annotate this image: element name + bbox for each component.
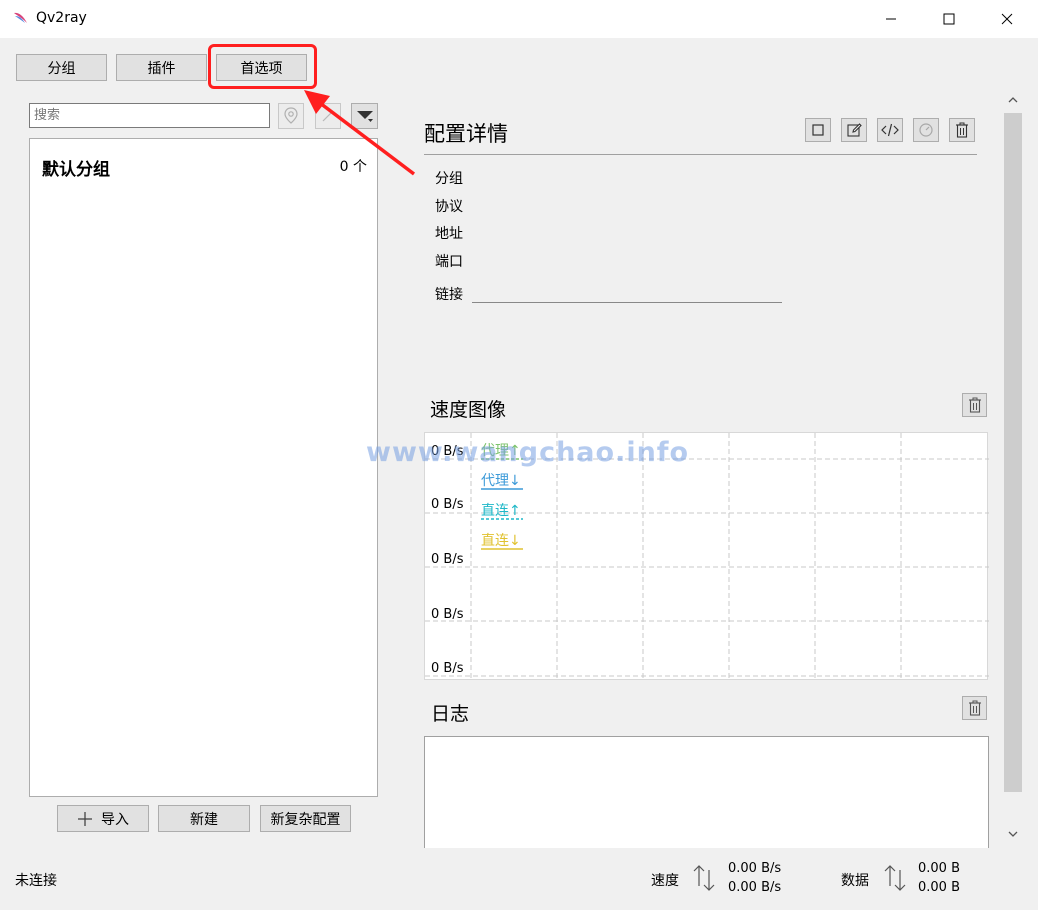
- import-label: 导入: [101, 811, 129, 828]
- maximize-button[interactable]: [920, 0, 978, 38]
- group-name: 默认分组: [42, 160, 110, 180]
- minimize-button[interactable]: [862, 0, 920, 38]
- y-tick-label: 0 B/s: [431, 552, 464, 567]
- search-input[interactable]: [29, 103, 270, 128]
- trash-icon: [968, 700, 981, 716]
- speed-label: 速度: [651, 873, 679, 889]
- scroll-down-button[interactable]: [1002, 821, 1024, 847]
- data-downloaded: 0.00 B: [918, 880, 960, 895]
- edit-json-button[interactable]: [877, 118, 903, 142]
- edit-icon: [847, 123, 862, 137]
- divider: [424, 154, 977, 155]
- stop-square-icon: [812, 124, 824, 136]
- up-down-arrows-icon: [883, 864, 907, 892]
- address-label: 地址: [435, 226, 463, 242]
- y-tick-label: 0 B/s: [431, 661, 464, 676]
- scroll-up-button[interactable]: [1002, 87, 1024, 113]
- code-icon: [881, 123, 899, 137]
- up-down-arrows-icon: [692, 864, 716, 892]
- y-tick-label: 0 B/s: [431, 607, 464, 622]
- speed-chart: 0 B/s 0 B/s 0 B/s 0 B/s 0 B/s 代理↑ 代理↓ 直连↑ 直连↓: [424, 432, 989, 681]
- minimize-icon: [886, 18, 896, 20]
- log-title: 日志: [431, 703, 470, 725]
- stop-button[interactable]: [805, 118, 831, 142]
- clear-chart-button[interactable]: [962, 393, 987, 417]
- link-field[interactable]: [472, 302, 782, 303]
- trash-icon: [956, 122, 968, 138]
- new-complex-config-button[interactable]: 新复杂配置: [260, 805, 351, 832]
- import-button[interactable]: 导入: [57, 805, 149, 832]
- legend-entry: 直连↓: [481, 532, 521, 549]
- window-title: Qv2ray: [36, 10, 87, 26]
- location-pin-icon: [284, 107, 298, 124]
- annotation-arrow-icon: [304, 90, 416, 176]
- maximize-icon: [943, 13, 955, 25]
- latency-test-button[interactable]: [913, 118, 939, 142]
- data-uploaded: 0.00 B: [918, 861, 960, 876]
- watermark: www.wangchao.info: [366, 437, 690, 468]
- close-icon: [1001, 13, 1013, 25]
- protocol-label: 协议: [435, 199, 463, 215]
- plus-icon: [78, 811, 92, 826]
- speedometer-icon: [919, 123, 933, 137]
- delete-button[interactable]: [949, 118, 975, 142]
- trash-icon: [968, 397, 981, 413]
- close-button[interactable]: [978, 0, 1036, 38]
- speed-chart-title: 速度图像: [430, 399, 507, 421]
- vertical-scrollbar[interactable]: [1002, 87, 1024, 847]
- config-details-title: 配置详情: [424, 122, 508, 146]
- group-label: 分组: [435, 171, 463, 187]
- clear-log-button[interactable]: [962, 696, 987, 720]
- upload-speed: 0.00 B/s: [728, 861, 782, 876]
- scroll-thumb[interactable]: [1004, 113, 1022, 792]
- qv2ray-logo-icon: [12, 9, 30, 27]
- speed-chart-svg: 0 B/s0 B/s0 B/s0 B/s0 B/s代理↑代理↓直连↑直连↓: [425, 433, 989, 681]
- download-speed: 0.00 B/s: [728, 880, 782, 895]
- legend-entry: 直连↑: [481, 502, 521, 519]
- group-button[interactable]: 分组: [16, 54, 107, 81]
- log-output[interactable]: [424, 736, 989, 848]
- chevron-down-icon: [1008, 831, 1018, 837]
- connection-status: 未连接: [15, 873, 57, 889]
- new-button[interactable]: 新建: [158, 805, 250, 832]
- chevron-up-icon: [1008, 97, 1018, 103]
- y-tick-label: 0 B/s: [431, 497, 464, 512]
- link-label: 链接: [435, 287, 463, 303]
- edit-button[interactable]: [841, 118, 867, 142]
- legend-entry: 代理↓: [481, 473, 521, 489]
- data-label: 数据: [841, 873, 869, 889]
- plugin-button[interactable]: 插件: [116, 54, 207, 81]
- port-label: 端口: [435, 254, 463, 270]
- annotation-highlight-box: [208, 44, 317, 89]
- connection-list[interactable]: 默认分组 0 个: [29, 138, 378, 797]
